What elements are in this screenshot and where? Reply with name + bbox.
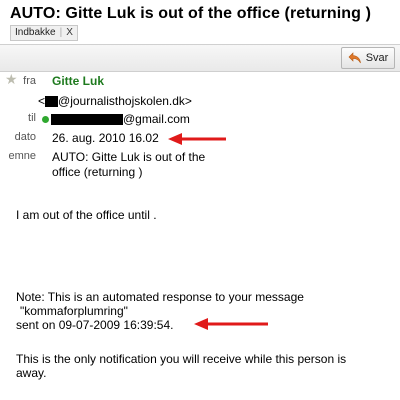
- redaction-block: [45, 95, 59, 107]
- message-subject: AUTO: Gitte Luk is out of the office (re…: [10, 5, 372, 22]
- sender-name[interactable]: Gitte Luk: [52, 74, 104, 88]
- reply-arrow-icon: [348, 52, 361, 64]
- message-toolbar: Svar: [0, 44, 400, 72]
- body-paragraph: This is the only notification you will r…: [16, 352, 347, 366]
- sender-email: < @journalisthojskolen.dk>: [38, 94, 192, 108]
- red-arrow-icon: [168, 133, 226, 145]
- body-paragraph: away.: [16, 366, 47, 380]
- subject-label: emne: [8, 150, 36, 162]
- red-arrow-icon: [194, 318, 268, 330]
- body-note-line: sent on 09-07-2009 16:39:54.: [16, 318, 174, 332]
- subject-value: AUTO: Gitte Luk is out of the office (re…: [52, 150, 206, 179]
- body-note-line: Note: This is an automated response to y…: [16, 290, 304, 304]
- sender-email-open-bracket: <: [38, 94, 46, 108]
- date-value: 26. aug. 2010 16.02: [52, 131, 159, 145]
- redaction-block: [51, 113, 123, 125]
- recipient-email-domain: @gmail.com: [123, 112, 190, 126]
- label-separator: |: [59, 27, 63, 38]
- date-label: dato: [14, 131, 36, 143]
- sender-email-domain: @journalisthojskolen.dk>: [58, 94, 192, 108]
- reply-button[interactable]: Svar: [341, 47, 395, 69]
- label-chip: Indbakke | X: [10, 25, 78, 41]
- body-paragraph: I am out of the office until .: [16, 208, 157, 222]
- online-status-icon: [42, 115, 49, 123]
- body-note-line: "kommaforplumring": [20, 304, 128, 318]
- label-name[interactable]: Indbakke: [15, 26, 56, 40]
- message-header: AUTO: Gitte Luk is out of the office (re…: [0, 0, 400, 44]
- to-label: til: [28, 112, 36, 124]
- recipient: @gmail.com: [42, 112, 190, 126]
- label-remove-button[interactable]: X: [66, 26, 73, 40]
- from-label: fra: [23, 75, 36, 87]
- reply-label: Svar: [365, 52, 389, 64]
